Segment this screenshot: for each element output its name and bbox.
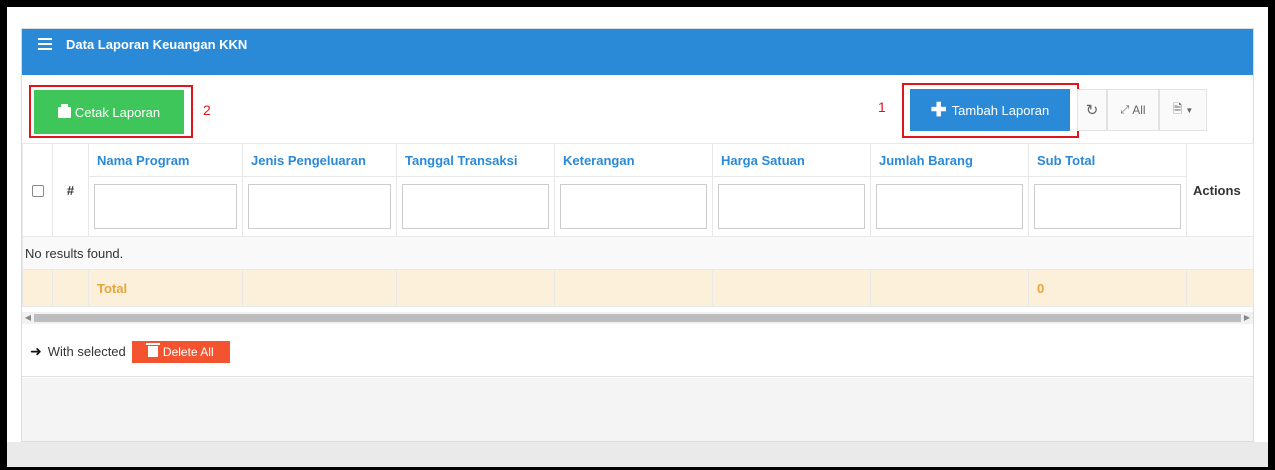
list-icon — [38, 38, 52, 50]
filter-cell — [88, 176, 243, 237]
print-report-button[interactable]: Cetak Laporan — [34, 90, 184, 134]
filter-cell — [1028, 176, 1187, 237]
total-cell — [52, 269, 89, 307]
total-cell — [870, 269, 1029, 307]
panel-footer — [22, 378, 1253, 441]
table-header-row: # Nama Program Jenis Pengeluaran Tanggal… — [22, 143, 1254, 237]
show-all-button[interactable]: ⤢ All — [1107, 89, 1159, 131]
print-report-label: Cetak Laporan — [74, 104, 161, 120]
show-all-label: All — [1132, 103, 1146, 117]
report-panel: Data Laporan Keuangan KKN Cetak Laporan … — [21, 28, 1254, 442]
total-cell — [554, 269, 713, 307]
filter-input-harga-satuan[interactable] — [718, 184, 865, 229]
column-header[interactable]: Keterangan — [554, 143, 713, 177]
export-icon: 🗎 — [1172, 101, 1183, 116]
add-report-label: Tambah Laporan — [951, 102, 1050, 118]
refresh-button[interactable]: ↻ — [1077, 89, 1107, 131]
filter-input-jumlah-barang[interactable] — [876, 184, 1023, 229]
column-header[interactable]: Jenis Pengeluaran — [242, 143, 397, 177]
plus-icon: ✚ — [930, 99, 947, 121]
total-cell — [22, 269, 53, 307]
expand-icon: ⤢ — [1120, 103, 1130, 116]
scrollbar-thumb[interactable] — [34, 314, 1241, 322]
column-header[interactable]: Jumlah Barang — [870, 143, 1029, 177]
with-selected-label: With selected — [47, 344, 126, 359]
trash-icon — [145, 343, 160, 357]
bulk-action-bar: ➜ With selected Delete All — [22, 327, 1253, 377]
filter-cell — [396, 176, 555, 237]
page-bottom-strip — [7, 442, 1268, 467]
column-actions: Actions — [1186, 143, 1254, 237]
arrow-right-icon: ➜ — [30, 343, 42, 359]
panel-title: Data Laporan Keuangan KKN — [66, 36, 248, 52]
empty-message: No results found. — [22, 236, 1254, 270]
filter-cell — [712, 176, 871, 237]
grid-toolbar-group: ↻ ⤢ All 🗎 ▼ — [1077, 89, 1207, 131]
delete-all-button[interactable]: Delete All — [131, 340, 230, 363]
total-row: Total 0 — [22, 269, 1254, 307]
column-header[interactable]: Sub Total — [1028, 143, 1187, 177]
total-value: 0 — [1028, 269, 1187, 307]
horizontal-scrollbar[interactable]: ◀ ▶ — [22, 312, 1253, 324]
total-label: Total — [88, 269, 243, 307]
total-cell — [396, 269, 555, 307]
filter-cell — [870, 176, 1029, 237]
report-table: # Nama Program Jenis Pengeluaran Tanggal… — [22, 143, 1254, 307]
column-header[interactable]: Tanggal Transaksi — [396, 143, 555, 177]
scroll-right-icon[interactable]: ▶ — [1241, 312, 1253, 324]
empty-row: No results found. — [22, 236, 1254, 270]
filter-row — [23, 176, 1254, 237]
annotation-number-2: 2 — [203, 102, 211, 118]
column-header[interactable]: Harga Satuan — [712, 143, 871, 177]
total-cell — [1186, 269, 1254, 307]
column-header[interactable]: Nama Program — [88, 143, 243, 177]
chevron-down-icon: ▼ — [1185, 105, 1194, 115]
filter-input-jenis-pengeluaran[interactable] — [248, 184, 391, 229]
select-all-checkbox[interactable] — [31, 185, 44, 198]
refresh-icon: ↻ — [1085, 102, 1099, 119]
column-index: # — [52, 143, 89, 237]
select-all-cell — [22, 143, 53, 237]
toolbar: Cetak Laporan 2 1 ✚ Tambah Laporan ↻ ⤢ A… — [22, 75, 1253, 143]
filter-input-tanggal-transaksi[interactable] — [402, 184, 549, 229]
filter-cell — [242, 176, 397, 237]
filter-input-nama-program[interactable] — [94, 184, 237, 229]
filter-input-keterangan[interactable] — [560, 184, 707, 229]
delete-all-label: Delete All — [162, 344, 214, 359]
scroll-left-icon[interactable]: ◀ — [22, 312, 34, 324]
filter-input-sub-total[interactable] — [1034, 184, 1181, 229]
export-button[interactable]: 🗎 ▼ — [1159, 89, 1207, 131]
print-icon — [57, 103, 71, 118]
total-cell — [242, 269, 397, 307]
annotation-number-1: 1 — [878, 99, 886, 115]
filter-cell — [554, 176, 713, 237]
add-report-button[interactable]: ✚ Tambah Laporan — [910, 89, 1070, 131]
total-cell — [712, 269, 871, 307]
panel-heading: Data Laporan Keuangan KKN — [22, 29, 1253, 75]
